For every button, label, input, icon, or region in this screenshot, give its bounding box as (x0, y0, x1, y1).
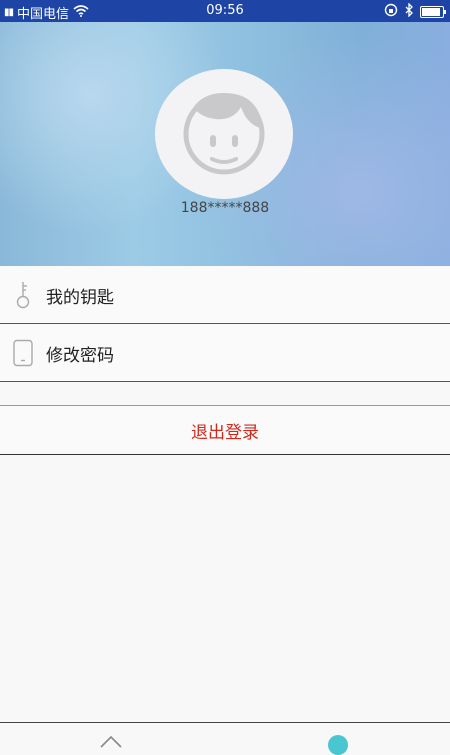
menu-item-label: 我的钥匙 (46, 287, 114, 308)
bottom-nav (0, 722, 450, 755)
status-right (384, 2, 446, 21)
bluetooth-icon (404, 2, 414, 21)
battery-icon (420, 6, 446, 18)
avatar-face-icon (183, 93, 265, 175)
phone-number: 188*****888 (180, 200, 270, 216)
logout-button[interactable]: 退出登录 (0, 405, 450, 455)
menu-item-change-password[interactable]: 修改密码 (0, 325, 450, 382)
menu-item-my-keys[interactable]: 我的钥匙 (0, 267, 450, 324)
home-icon[interactable] (100, 733, 122, 752)
lock-rotation-icon (384, 3, 398, 21)
menu-item-label: 修改密码 (46, 345, 114, 366)
key-icon (0, 280, 46, 310)
phone-icon (0, 339, 46, 367)
profile-header: 188*****888 (0, 22, 450, 266)
profile-icon[interactable] (328, 735, 348, 755)
status-time: 09:56 (206, 3, 244, 18)
avatar[interactable] (155, 69, 293, 199)
status-bar: ▮▮ 中国电信 09:56 (0, 0, 450, 22)
